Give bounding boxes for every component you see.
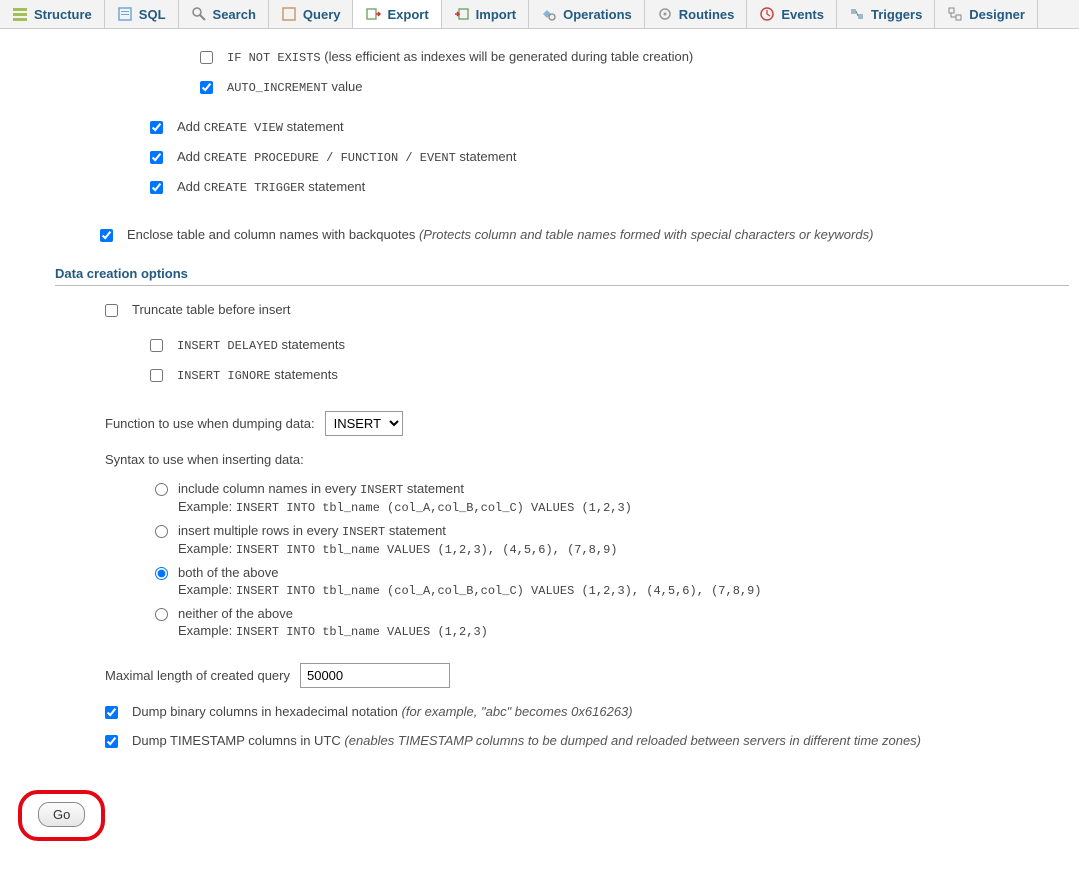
search-icon bbox=[191, 6, 207, 22]
tab-label: Operations bbox=[563, 7, 632, 22]
syntax-multiple-rows-text: insert multiple rows in every INSERT sta… bbox=[178, 523, 1069, 557]
tab-label: Export bbox=[387, 7, 428, 22]
maxlen-label: Maximal length of created query bbox=[105, 668, 290, 683]
export-icon bbox=[365, 6, 381, 22]
truncate-label: Truncate table before insert bbox=[132, 302, 291, 317]
tab-label: SQL bbox=[139, 7, 166, 22]
hexdump-label: Dump binary columns in hexadecimal notat… bbox=[132, 704, 633, 719]
create-trigger-checkbox[interactable] bbox=[150, 181, 163, 194]
create-view-label: Add CREATE VIEW statement bbox=[177, 119, 344, 135]
triggers-icon bbox=[849, 6, 865, 22]
tab-routines[interactable]: Routines bbox=[645, 0, 748, 28]
tab-label: Import bbox=[476, 7, 516, 22]
tab-query[interactable]: Query bbox=[269, 0, 354, 28]
tab-operations[interactable]: Operations bbox=[529, 0, 645, 28]
tab-events[interactable]: Events bbox=[747, 0, 837, 28]
syntax-neither-text: neither of the above Example: INSERT INT… bbox=[178, 606, 1069, 639]
create-view-checkbox[interactable] bbox=[150, 121, 163, 134]
top-tabs: Structure SQL Search Query Export Import… bbox=[0, 0, 1079, 29]
syntax-label: Syntax to use when inserting data: bbox=[105, 452, 1069, 467]
go-highlight-ring: Go bbox=[18, 790, 105, 841]
tab-triggers[interactable]: Triggers bbox=[837, 0, 935, 28]
truncate-checkbox[interactable] bbox=[105, 304, 118, 317]
tab-label: Query bbox=[303, 7, 341, 22]
tab-import[interactable]: Import bbox=[442, 0, 529, 28]
function-dump-select[interactable]: INSERT bbox=[325, 411, 403, 436]
insert-ignore-label: INSERT IGNORE statements bbox=[177, 367, 338, 383]
tab-sql[interactable]: SQL bbox=[105, 0, 179, 28]
maxlen-input[interactable] bbox=[300, 663, 450, 688]
tab-label: Search bbox=[213, 7, 256, 22]
routines-icon bbox=[657, 6, 673, 22]
backquotes-label: Enclose table and column names with back… bbox=[127, 227, 873, 242]
syntax-neither-radio[interactable] bbox=[155, 608, 168, 621]
syntax-both-text: both of the above Example: INSERT INTO t… bbox=[178, 565, 1069, 598]
syntax-include-columns-text: include column names in every INSERT sta… bbox=[178, 481, 1069, 515]
create-procedure-label: Add CREATE PROCEDURE / FUNCTION / EVENT … bbox=[177, 149, 517, 165]
export-options-panel: IF NOT EXISTS (less efficient as indexes… bbox=[0, 29, 1079, 871]
auto-increment-label: AUTO_INCREMENT value bbox=[227, 79, 363, 95]
syntax-include-columns-radio[interactable] bbox=[155, 483, 168, 496]
designer-icon bbox=[947, 6, 963, 22]
events-icon bbox=[759, 6, 775, 22]
tab-label: Triggers bbox=[871, 7, 922, 22]
insert-delayed-label: INSERT DELAYED statements bbox=[177, 337, 345, 353]
go-button[interactable]: Go bbox=[38, 802, 85, 827]
tab-search[interactable]: Search bbox=[179, 0, 269, 28]
query-icon bbox=[281, 6, 297, 22]
insert-delayed-checkbox[interactable] bbox=[150, 339, 163, 352]
create-trigger-label: Add CREATE TRIGGER statement bbox=[177, 179, 365, 195]
tab-label: Routines bbox=[679, 7, 735, 22]
tab-label: Structure bbox=[34, 7, 92, 22]
syntax-both-radio[interactable] bbox=[155, 567, 168, 580]
operations-icon bbox=[541, 6, 557, 22]
tab-label: Events bbox=[781, 7, 824, 22]
auto-increment-checkbox[interactable] bbox=[200, 81, 213, 94]
tab-structure[interactable]: Structure bbox=[0, 0, 105, 28]
hexdump-checkbox[interactable] bbox=[105, 706, 118, 719]
create-procedure-checkbox[interactable] bbox=[150, 151, 163, 164]
tab-designer[interactable]: Designer bbox=[935, 0, 1038, 28]
tab-export[interactable]: Export bbox=[353, 0, 441, 28]
utc-label: Dump TIMESTAMP columns in UTC (enables T… bbox=[132, 733, 921, 748]
if-not-exists-label: IF NOT EXISTS (less efficient as indexes… bbox=[227, 49, 693, 65]
insert-ignore-checkbox[interactable] bbox=[150, 369, 163, 382]
sql-icon bbox=[117, 6, 133, 22]
if-not-exists-checkbox[interactable] bbox=[200, 51, 213, 64]
backquotes-checkbox[interactable] bbox=[100, 229, 113, 242]
syntax-multiple-rows-radio[interactable] bbox=[155, 525, 168, 538]
data-creation-header: Data creation options bbox=[55, 266, 1069, 286]
tab-label: Designer bbox=[969, 7, 1025, 22]
utc-checkbox[interactable] bbox=[105, 735, 118, 748]
function-dump-label: Function to use when dumping data: bbox=[105, 416, 315, 431]
import-icon bbox=[454, 6, 470, 22]
structure-icon bbox=[12, 6, 28, 22]
